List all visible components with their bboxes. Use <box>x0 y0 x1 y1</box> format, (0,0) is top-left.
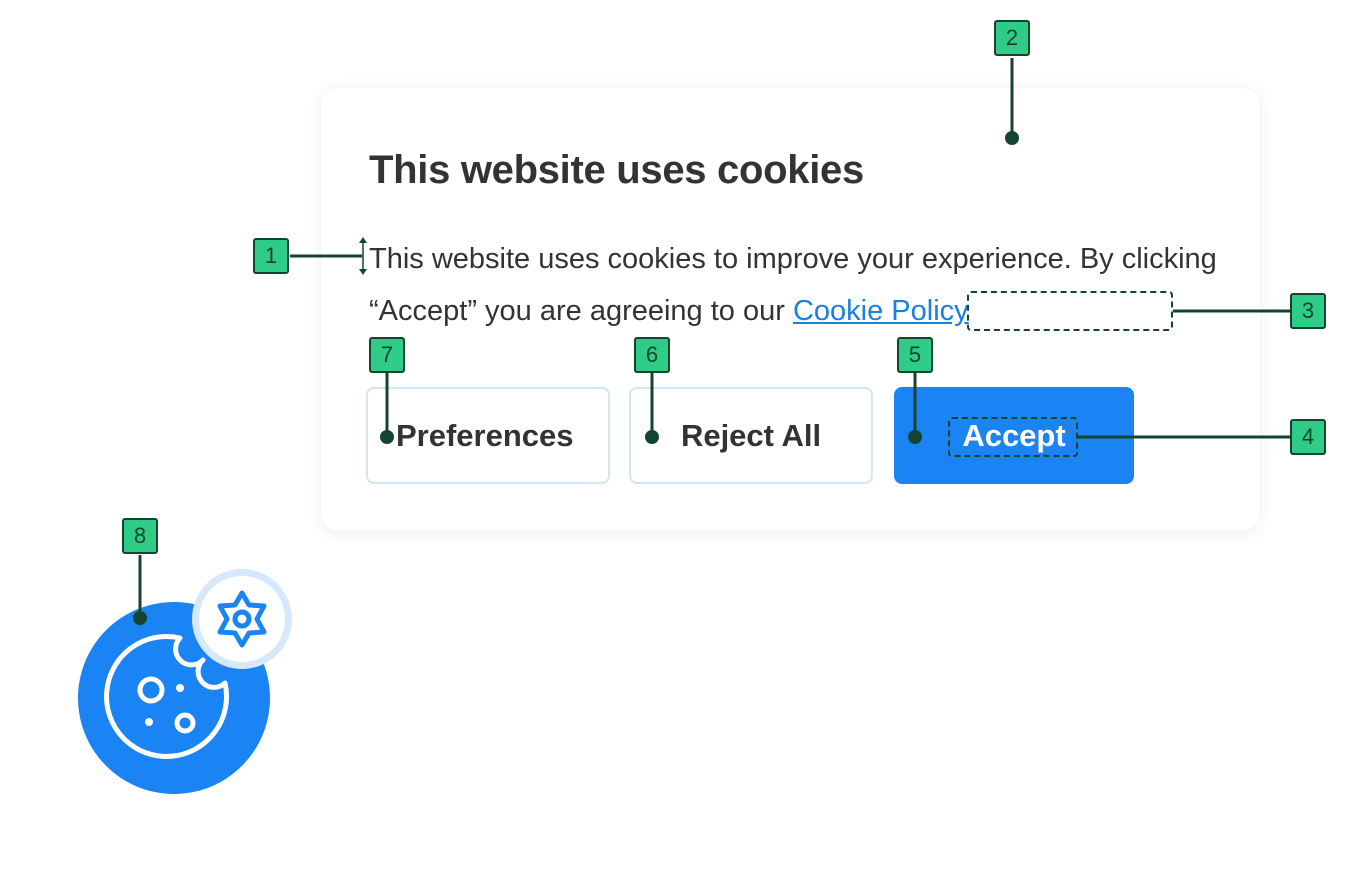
preferences-button[interactable]: Preferences <box>366 387 610 484</box>
banner-title: This website uses cookies <box>369 148 864 192</box>
cookie-policy-link[interactable]: Cookie Policy <box>793 295 969 327</box>
annotation-marker: 4 <box>1290 419 1326 455</box>
annotation-marker: 2 <box>994 20 1030 56</box>
accept-label-highlight <box>948 417 1078 457</box>
annotation-marker: 3 <box>1290 293 1326 329</box>
annotation-marker: 7 <box>369 337 405 373</box>
cookie-policy-highlight <box>967 291 1173 331</box>
cookie-preferences-widget[interactable] <box>78 568 298 798</box>
annotation-marker: 8 <box>122 518 158 554</box>
reject-all-button[interactable]: Reject All <box>629 387 873 484</box>
annotation-marker: 5 <box>897 337 933 373</box>
annotation-marker: 6 <box>634 337 670 373</box>
annotation-marker: 1 <box>253 238 289 274</box>
